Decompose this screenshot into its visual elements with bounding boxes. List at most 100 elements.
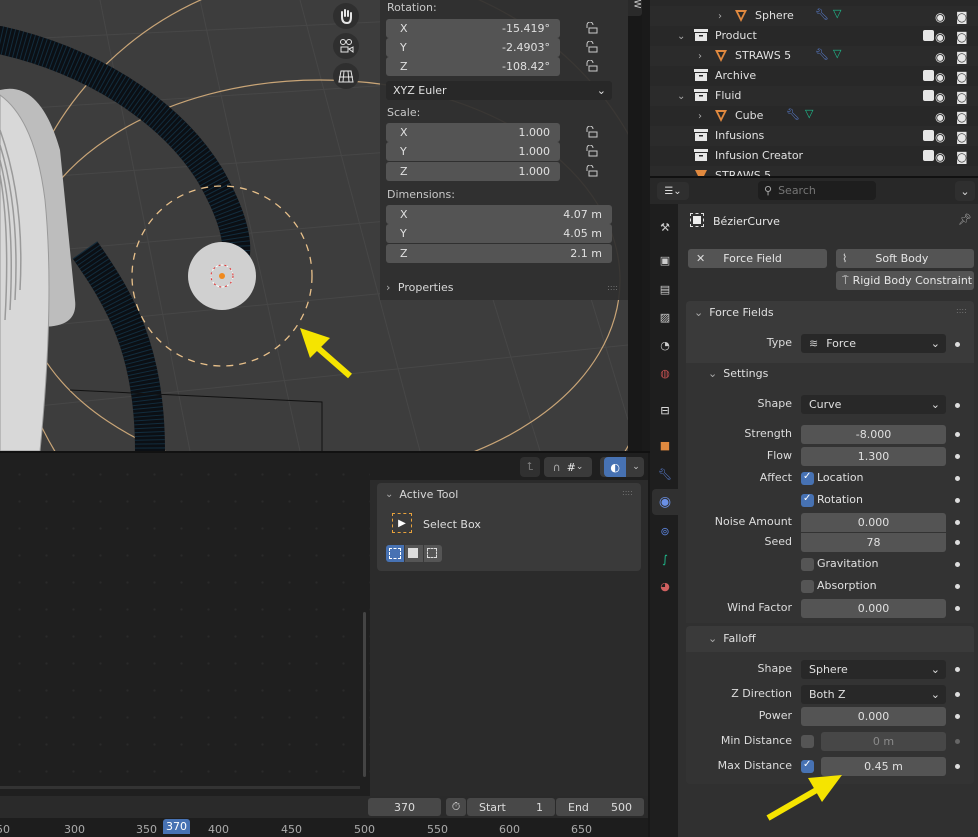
keyframe-dot[interactable] [955, 498, 960, 503]
horizontal-scrollbar[interactable] [0, 786, 360, 789]
tab-material-icon[interactable]: ◕ [654, 575, 676, 597]
affect-rotation-checkbox[interactable]: ✓ [801, 493, 814, 507]
keyframe-dot[interactable] [955, 692, 960, 697]
keyframe-dot[interactable] [955, 667, 960, 672]
eye-icon[interactable]: ◉ [935, 67, 945, 87]
settings-subpanel-header[interactable]: ⌄ Settings [708, 367, 768, 380]
ortho-grid-icon[interactable] [333, 63, 359, 89]
keyframe-dot[interactable] [955, 454, 960, 459]
lock-icon[interactable] [585, 126, 599, 138]
sidebar-tab[interactable]: W [628, 0, 642, 16]
keyframe-dot[interactable] [955, 476, 960, 481]
eye-icon[interactable]: ◉ [935, 27, 945, 47]
keyframe-dot[interactable] [955, 606, 960, 611]
dimensions-y-field[interactable]: Y 4.05 m [386, 224, 612, 243]
falloff-panel-header[interactable]: ⌄ Falloff [708, 632, 756, 645]
chevron-right-icon[interactable]: › [718, 11, 722, 22]
magnet-icon[interactable]: ∩ [553, 461, 561, 474]
z-direction-dropdown[interactable]: Both Z ⌄ [801, 685, 946, 704]
shape-dropdown[interactable]: Curve ⌄ [801, 395, 946, 414]
force-fields-panel-header[interactable]: ⌄ Force Fields [694, 306, 774, 319]
eye-icon[interactable]: ◉ [935, 107, 945, 127]
mesh-data-icon[interactable]: ▽ [833, 7, 841, 20]
stopwatch-icon[interactable]: ⏱ [446, 798, 466, 816]
node-editor-canvas[interactable] [0, 453, 370, 796]
scale-y-field[interactable]: Y 1.000 [386, 142, 560, 161]
hand-pan-icon[interactable] [333, 3, 359, 29]
parent-node-icon[interactable]: ⮤ [520, 457, 540, 477]
camera-render-icon[interactable]: ◙ [956, 87, 968, 107]
snap-grid-icon[interactable]: # [567, 461, 576, 474]
tab-tool-icon[interactable]: ⚒ [654, 216, 676, 238]
keyframe-dot[interactable] [955, 342, 960, 347]
vertical-scrollbar[interactable] [363, 612, 366, 777]
camera-render-icon[interactable]: ◙ [956, 47, 968, 67]
flow-field[interactable]: 1.300 [801, 447, 946, 466]
frame-end-field[interactable]: End 500 [556, 798, 644, 816]
outliner-row-straws5-partial[interactable]: STRAWS 5 [650, 166, 978, 176]
keyframe-dot[interactable] [955, 764, 960, 769]
eye-icon[interactable]: ◉ [935, 47, 945, 67]
strength-field[interactable]: -8.000 [801, 425, 946, 444]
rotation-x-field[interactable]: X -15.419° [386, 19, 560, 38]
lock-icon[interactable] [585, 145, 599, 157]
tab-collection-icon[interactable]: ⊟ [654, 399, 676, 421]
keyframe-dot[interactable] [955, 520, 960, 525]
camera-render-icon[interactable]: ◙ [956, 67, 968, 87]
tab-output-icon[interactable]: ▤ [654, 278, 676, 300]
outliner-row-cube[interactable]: › Cube 🔧︎ ▽ [650, 106, 978, 126]
camera-render-icon[interactable]: ◙ [956, 127, 968, 147]
rotation-mode-dropdown[interactable]: XYZ Euler ⌄ [386, 81, 612, 100]
tab-constraints-icon[interactable]: ⊚ [654, 520, 676, 542]
chevron-right-icon[interactable]: › [698, 51, 702, 62]
exclude-checkbox[interactable] [923, 150, 934, 161]
modifier-wrench-icon[interactable]: 🔧︎ [786, 108, 800, 121]
keyframe-dot[interactable] [955, 584, 960, 589]
tab-scene-icon[interactable]: ◔ [654, 334, 676, 356]
modifier-wrench-icon[interactable]: 🔧︎ [815, 8, 829, 21]
tab-modifiers-icon[interactable]: 🔧︎ [654, 463, 676, 485]
dimensions-x-field[interactable]: X 4.07 m [386, 205, 612, 224]
gravitation-checkbox[interactable] [801, 558, 814, 571]
exclude-checkbox[interactable] [923, 90, 934, 101]
soft-body-button[interactable]: ⌇ Soft Body [836, 249, 974, 268]
eye-icon[interactable]: ◉ [935, 147, 945, 167]
camera-view-icon[interactable] [333, 33, 359, 59]
use-min-distance-checkbox[interactable] [801, 735, 814, 748]
rotation-z-field[interactable]: Z -108.42° [386, 57, 560, 76]
select-box-tool-icon[interactable]: ▶ [392, 513, 412, 533]
timeline-ruler[interactable]: 50 300 350 370 400 450 500 550 600 650 [0, 818, 648, 837]
properties-subpanel-header[interactable]: › Properties :::: [386, 278, 618, 296]
select-mode-subtract-button[interactable] [424, 545, 442, 562]
mesh-data-icon[interactable]: ▽ [805, 107, 813, 120]
min-distance-field[interactable]: 0 m [821, 732, 946, 751]
modifier-wrench-icon[interactable]: 🔧︎ [815, 48, 829, 61]
lock-icon[interactable] [585, 22, 599, 34]
outliner-row-straws5[interactable]: › STRAWS 5 🔧︎ ▽ [650, 46, 978, 66]
keyframe-dot[interactable] [955, 562, 960, 567]
noise-amount-field[interactable]: 0.000 [801, 513, 946, 532]
exclude-checkbox[interactable] [923, 130, 934, 141]
tab-render-icon[interactable]: ▣ [654, 249, 676, 271]
eye-icon[interactable]: ◉ [935, 7, 945, 27]
keyframe-dot[interactable] [955, 432, 960, 437]
keyframe-dot[interactable] [955, 540, 960, 545]
lock-icon[interactable] [585, 60, 599, 72]
options-dropdown[interactable]: ⌄ [955, 181, 975, 201]
absorption-checkbox[interactable] [801, 580, 814, 593]
drag-handle-icon[interactable]: :::: [607, 283, 618, 292]
affect-location-checkbox[interactable]: ✓ [801, 471, 814, 485]
scale-x-field[interactable]: X 1.000 [386, 123, 560, 142]
chevron-down-icon[interactable]: ⌄ [632, 462, 640, 472]
keyframe-dot[interactable] [955, 714, 960, 719]
playhead-frame-indicator[interactable]: 370 [163, 819, 190, 834]
dimensions-z-field[interactable]: Z 2.1 m [386, 244, 612, 263]
chevron-down-icon[interactable]: ⌄ [576, 462, 584, 472]
power-field[interactable]: 0.000 [801, 707, 946, 726]
keyframe-dot[interactable] [955, 739, 960, 744]
tab-physics-icon[interactable]: ◉ [652, 489, 678, 515]
exclude-checkbox[interactable] [923, 70, 934, 81]
outliner-row-sphere[interactable]: › Sphere 🔧︎ ▽ [650, 6, 978, 26]
wind-factor-field[interactable]: 0.000 [801, 599, 946, 618]
falloff-shape-dropdown[interactable]: Sphere ⌄ [801, 660, 946, 679]
